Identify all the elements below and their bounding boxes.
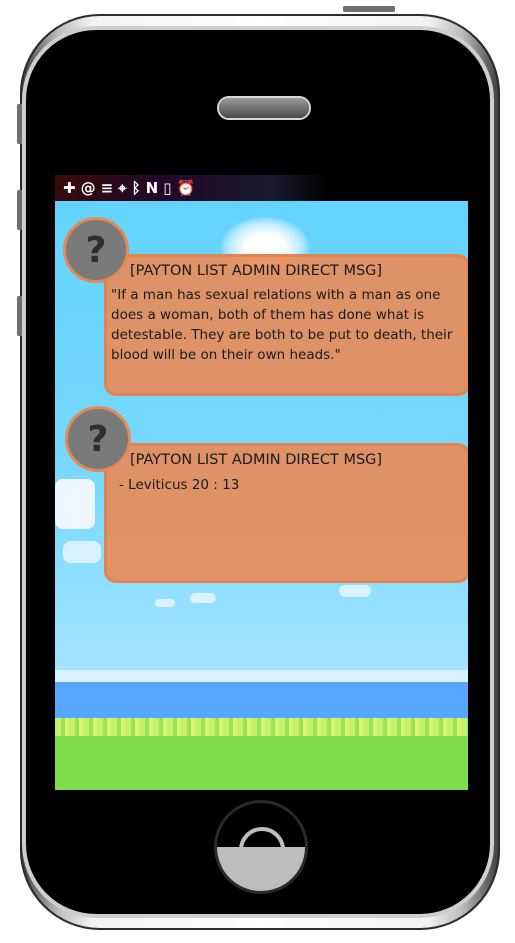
screen: ✚ @ ≡ ⌖ ᛒ N ▯ ⏰ [PAYTON LIST ADMIN DIREC… <box>55 175 468 790</box>
avatar[interactable]: ? <box>63 217 129 283</box>
volume-up-button[interactable] <box>17 104 23 144</box>
message-text: "If a man has sexual relations with a ma… <box>111 287 453 363</box>
earpiece-speaker <box>219 98 309 118</box>
message-text: - Leviticus 20 : 13 <box>119 477 240 493</box>
volume-down-button[interactable] <box>17 190 23 230</box>
message-sender: [PAYTON LIST ADMIN DIRECT MSG] <box>130 263 383 279</box>
horizon <box>55 670 468 682</box>
cloud <box>55 479 95 529</box>
avatar[interactable]: ? <box>65 406 131 472</box>
power-button[interactable] <box>343 6 395 12</box>
cloud <box>190 593 216 603</box>
alarm-clock-icon: ⏰ <box>176 179 196 197</box>
question-mark-icon: ? <box>87 418 109 460</box>
question-mark-icon: ? <box>85 229 107 271</box>
status-icons: ✚ @ ≡ ⌖ ᛒ N ▯ ⏰ <box>63 177 195 199</box>
home-button[interactable] <box>217 803 305 891</box>
message-sender: [PAYTON LIST ADMIN DIRECT MSG] <box>130 452 383 468</box>
grass <box>55 728 468 790</box>
grass-edge <box>55 718 468 736</box>
cloud <box>63 541 101 563</box>
medical-cross-icon: ✚ <box>63 179 76 197</box>
home-ring-icon <box>239 827 285 873</box>
nfc-icon: N <box>145 179 159 197</box>
list-icon: ≡ <box>100 179 114 197</box>
message-bubble[interactable]: [PAYTON LIST ADMIN DIRECT MSG] "If a man… <box>104 254 468 396</box>
status-bar: ✚ @ ≡ ⌖ ᛒ N ▯ ⏰ <box>55 175 468 201</box>
at-sign-icon: @ <box>80 179 96 197</box>
bluetooth-icon: ᛒ <box>131 179 141 197</box>
phone-vibrate-icon: ▯ <box>163 179 172 197</box>
message-bubble[interactable]: [PAYTON LIST ADMIN DIRECT MSG] - Levitic… <box>104 443 468 583</box>
cloud <box>155 599 175 607</box>
mute-switch[interactable] <box>17 296 23 336</box>
cloud <box>339 585 371 597</box>
location-pin-icon: ⌖ <box>118 179 127 197</box>
